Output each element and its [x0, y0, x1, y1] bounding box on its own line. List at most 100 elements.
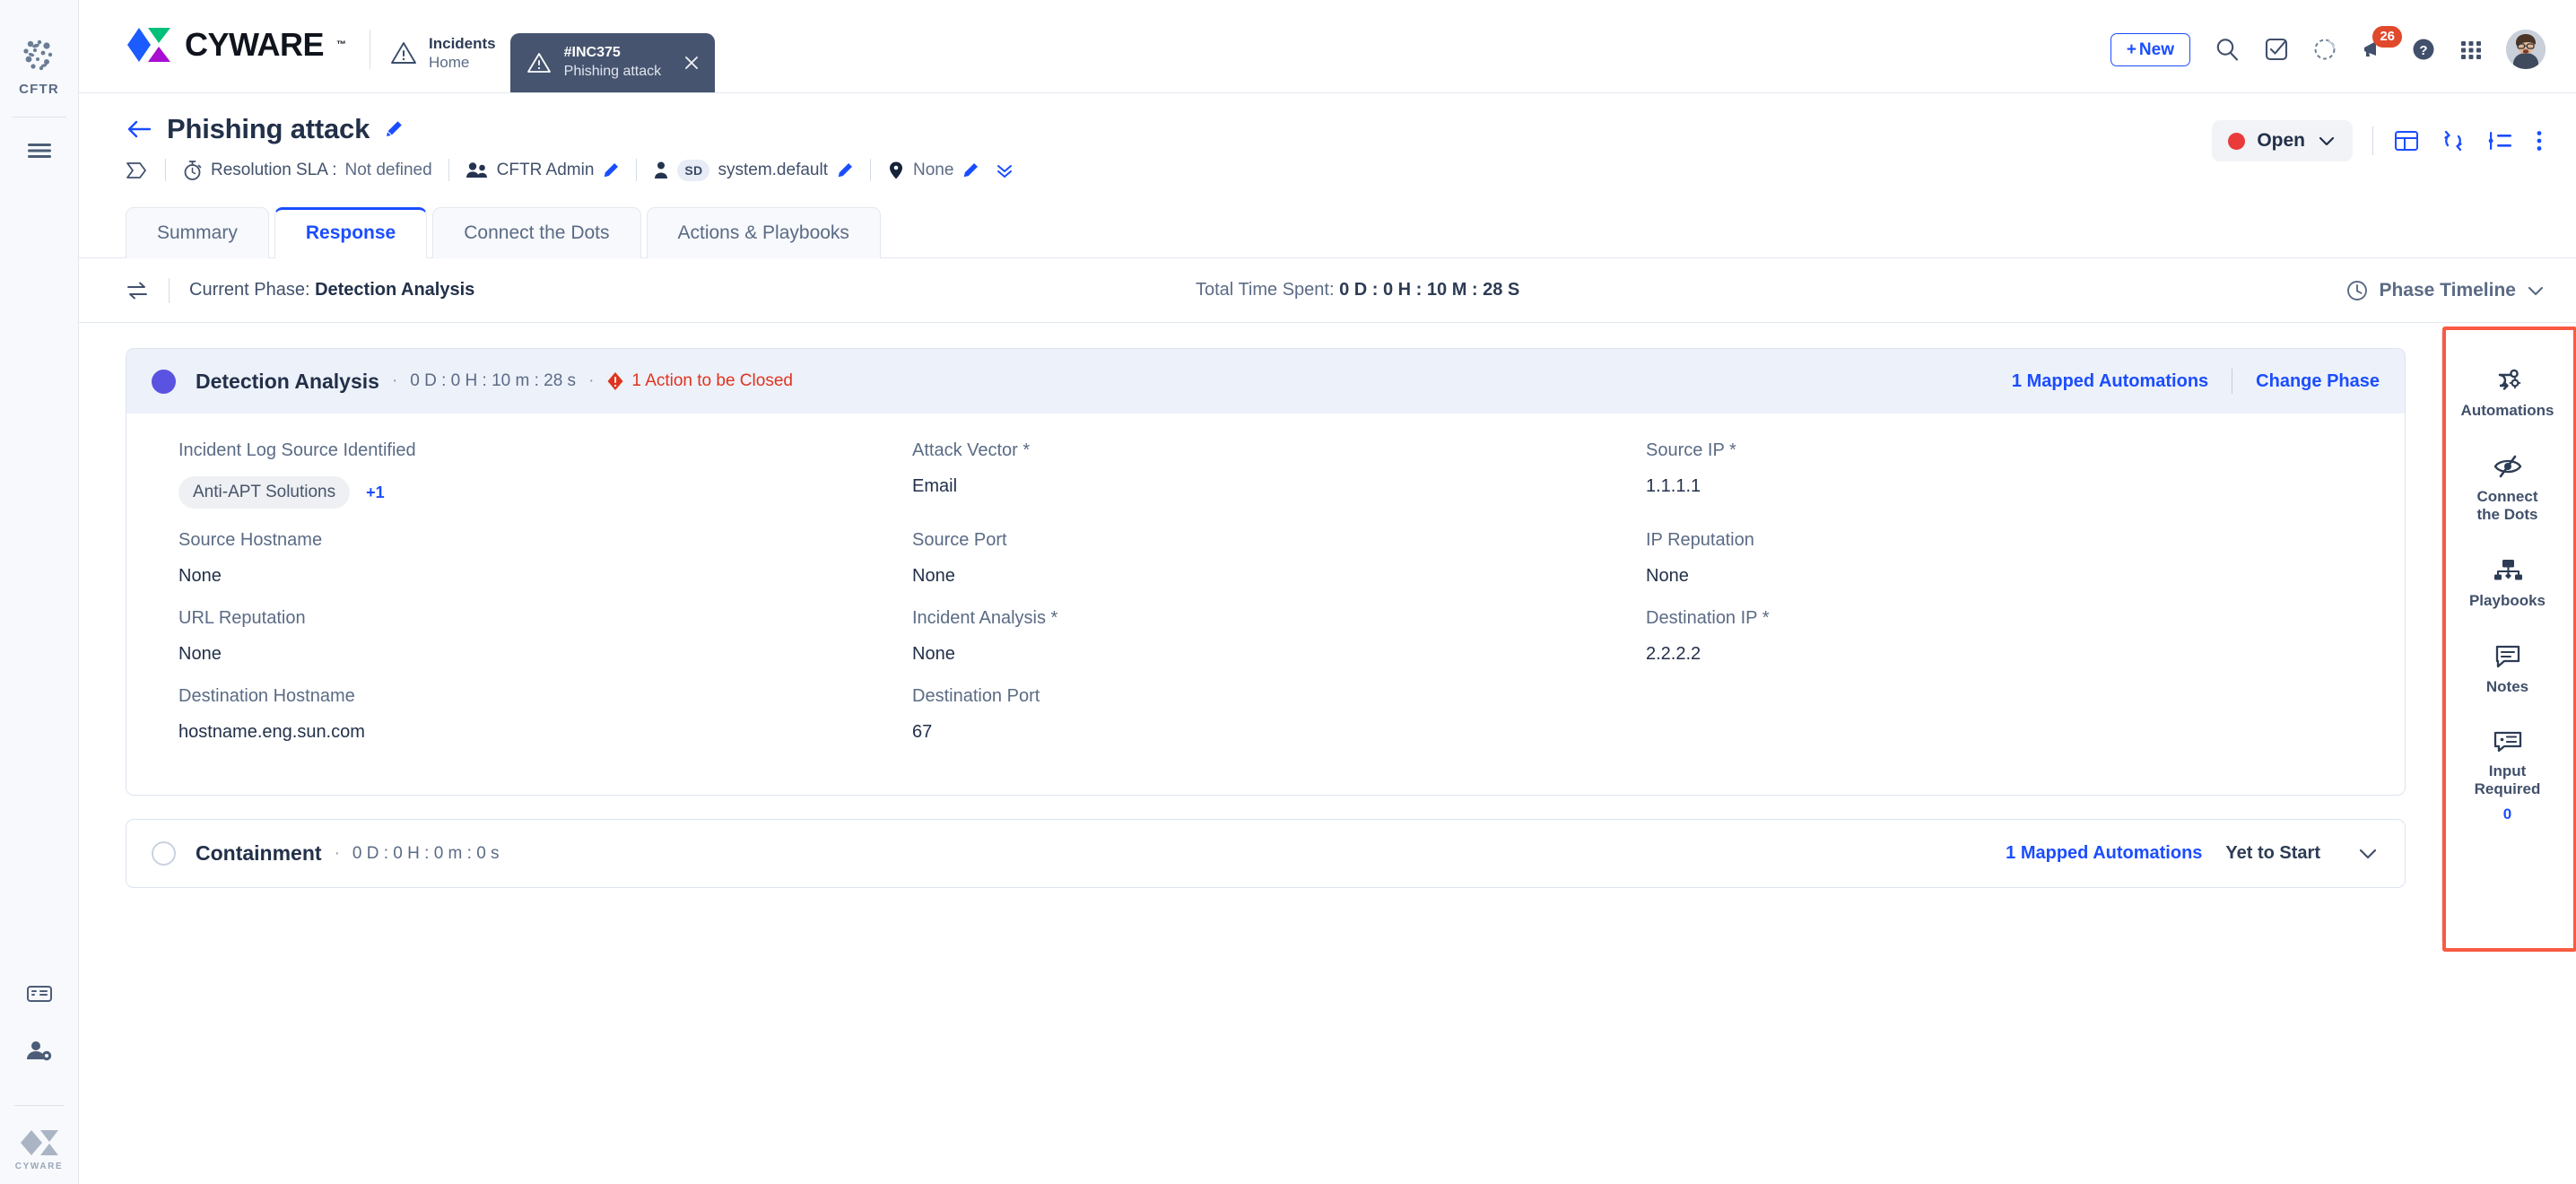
current-phase-label: Current Phase:: [189, 280, 310, 300]
tab-actions-playbooks[interactable]: Actions & Playbooks: [647, 207, 881, 258]
double-chevron-down-icon[interactable]: [995, 161, 1014, 180]
right-action-rail-wrapper: Automations Connect the Dots: [2441, 323, 2576, 1184]
field-label: Source IP *: [1646, 440, 2380, 461]
status-badge[interactable]: Open: [2212, 120, 2353, 161]
field-label: Attack Vector *: [912, 440, 1646, 461]
cftr-logo[interactable]: CFTR: [19, 38, 59, 97]
user-icon: [653, 161, 669, 180]
rail-item-label: Playbooks: [2469, 592, 2546, 611]
input-required-count: 0: [2503, 805, 2511, 823]
announcement-icon[interactable]: 26: [2361, 37, 2388, 62]
tab-connect-the-dots[interactable]: Connect the Dots: [432, 207, 640, 258]
notification-badge: 26: [2372, 26, 2402, 48]
mapped-automations-link[interactable]: 1 Mapped Automations: [2012, 371, 2208, 392]
field-destination-hostname: Destination Hostname hostname.eng.sun.co…: [178, 686, 912, 764]
phase-duration: 0 D : 0 H : 0 m : 0 s: [352, 844, 500, 864]
value-chip-more[interactable]: +1: [366, 483, 385, 502]
tab-summary[interactable]: Summary: [126, 207, 269, 258]
value-chip[interactable]: Anti-APT Solutions: [178, 476, 350, 509]
rail-item-label: Automations: [2461, 402, 2554, 421]
mapped-automations-link[interactable]: 1 Mapped Automations: [2006, 843, 2202, 864]
rail-item-playbooks[interactable]: Playbooks: [2442, 542, 2572, 628]
open-document-tab[interactable]: #INC375 Phishing attack: [510, 33, 716, 92]
new-button[interactable]: + New: [2110, 33, 2190, 66]
rail-item-connect-the-dots[interactable]: Connect the Dots: [2442, 438, 2572, 542]
incident-label: None: [887, 161, 1014, 180]
change-phase-link[interactable]: Change Phase: [2256, 371, 2380, 392]
new-button-label: New: [2139, 41, 2174, 58]
rail-item-notes[interactable]: Notes: [2442, 628, 2572, 714]
hamburger-menu-icon[interactable]: [26, 141, 53, 165]
phase-fields-grid: Incident Log Source Identified Anti-APT …: [126, 414, 2405, 795]
status-label: Open: [2257, 130, 2305, 152]
tab-label: Actions & Playbooks: [678, 222, 849, 243]
tag-outline-icon[interactable]: [126, 161, 149, 180]
pencil-icon[interactable]: [602, 161, 620, 179]
current-phase-group: Current Phase: Detection Analysis: [126, 278, 474, 303]
page-header: Phishing attack: [79, 93, 2576, 181]
field-source-ip: Source IP * 1.1.1.1: [1646, 440, 2380, 530]
phase-list: Detection Analysis · 0 D : 0 H : 10 m : …: [79, 323, 2441, 1184]
close-icon[interactable]: [683, 54, 701, 72]
more-vertical-icon[interactable]: [2533, 128, 2546, 153]
refresh-sync-icon[interactable]: [2440, 128, 2467, 153]
field-destination-port: Destination Port 67: [912, 686, 1646, 764]
status-actions: Open: [2212, 120, 2546, 161]
loading-circle-icon[interactable]: [2312, 37, 2337, 62]
phase-card-actions: 1 Mapped Automations Change Phase: [2012, 369, 2380, 394]
header-actions: + New: [2110, 30, 2546, 69]
field-value: Email: [912, 476, 1646, 497]
rail-item-label-line2: Required: [2475, 780, 2541, 797]
new-button-plus: +: [2127, 41, 2137, 58]
search-icon[interactable]: [2214, 36, 2241, 63]
field-label: Incident Log Source Identified: [178, 440, 912, 461]
field-label: Destination Hostname: [178, 686, 912, 707]
pencil-icon[interactable]: [962, 161, 979, 179]
swap-arrows-icon[interactable]: [126, 280, 149, 301]
pencil-icon[interactable]: [836, 161, 854, 179]
field-source-hostname: Source Hostname None: [178, 530, 912, 608]
warning-triangle-icon: [390, 40, 417, 65]
meta-divider: [448, 159, 449, 181]
rail-item-automations[interactable]: Automations: [2442, 352, 2572, 438]
notes-icon: [2493, 643, 2522, 670]
pencil-icon[interactable]: [384, 119, 404, 139]
meta-divider: [636, 159, 637, 181]
doc-tab-name: Phishing attack: [564, 63, 662, 82]
help-icon[interactable]: ?: [2411, 37, 2436, 62]
brand-trademark: ™: [336, 39, 346, 50]
main-column: CYWARE ™ Incidents Home: [79, 0, 2576, 1184]
cyware-rail-label: CYWARE: [15, 1162, 64, 1171]
status-dot: [2228, 133, 2245, 150]
sla-value: Not defined: [344, 161, 431, 180]
apps-grid-icon[interactable]: [2459, 38, 2483, 61]
back-arrow-icon[interactable]: [126, 118, 152, 140]
page-title: Phishing attack: [167, 113, 370, 145]
rail-item-input-required[interactable]: Input Required 0: [2442, 714, 2572, 840]
rail-item-label: Connect the Dots: [2477, 488, 2538, 525]
list-settings-icon[interactable]: [2486, 128, 2513, 153]
field-ip-reputation: IP Reputation None: [1646, 530, 2380, 608]
layout-panel-icon[interactable]: [2393, 128, 2420, 153]
field-value: None: [912, 644, 1646, 665]
chevron-down-icon[interactable]: [2356, 845, 2380, 863]
tab-label: Summary: [157, 222, 238, 243]
cyware-brand[interactable]: CYWARE ™: [126, 26, 346, 92]
phase-alert: 1 Action to be Closed: [606, 371, 793, 391]
phase-timeline-toggle[interactable]: Phase Timeline: [2345, 279, 2546, 302]
breadcrumb[interactable]: Incidents Home: [390, 34, 496, 93]
phase-name: Detection Analysis: [196, 370, 379, 394]
stopwatch-icon: [182, 160, 203, 181]
tab-response[interactable]: Response: [274, 207, 427, 258]
field-value: hostname.eng.sun.com: [178, 722, 912, 743]
tasks-check-icon[interactable]: [2264, 37, 2289, 62]
alert-diamond-icon: [606, 371, 624, 391]
phase-row-containment[interactable]: Containment · 0 D : 0 H : 0 m : 0 s 1 Ma…: [126, 819, 2406, 888]
group-users-icon: [466, 161, 489, 180]
rail-divider-top: [13, 117, 66, 118]
field-label: Source Port: [912, 530, 1646, 551]
reports-icon[interactable]: [26, 983, 53, 1009]
right-action-rail: Automations Connect the Dots: [2441, 332, 2572, 942]
avatar[interactable]: [2506, 30, 2546, 69]
user-settings-icon[interactable]: [26, 1040, 53, 1067]
